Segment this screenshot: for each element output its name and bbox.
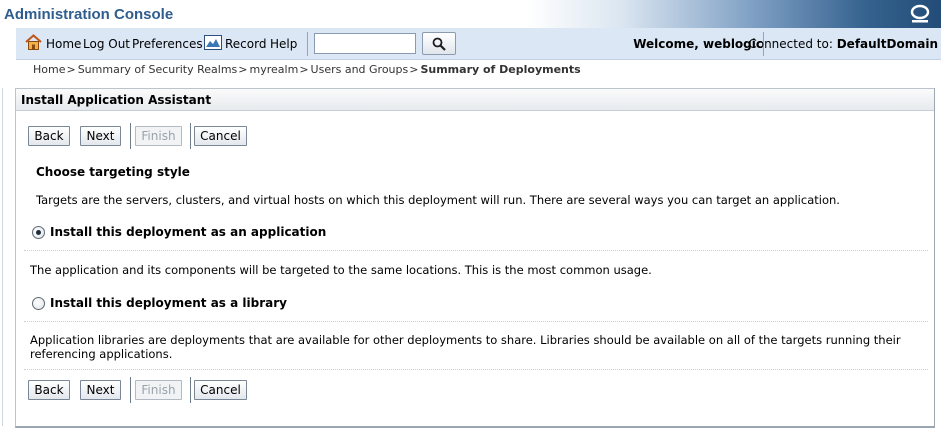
home-link[interactable]: Home (46, 37, 81, 51)
panel-header: Install Application Assistant (16, 89, 934, 111)
next-button[interactable]: Next (80, 126, 121, 146)
domain-name: DefaultDomain (836, 37, 938, 51)
breadcrumb-separator: > (299, 63, 309, 76)
breadcrumb: Home> Summary of Security Realms> myrealm>… (33, 63, 581, 76)
welcome-text: Welcome, weblogic (633, 37, 763, 51)
breadcrumb-item-users-groups[interactable]: Users and Groups (311, 63, 409, 76)
option-library-description: Application libraries are deployments th… (30, 333, 901, 361)
breadcrumb-separator: > (238, 63, 248, 76)
finish-button-bottom[interactable]: Finish (135, 380, 182, 400)
button-divider (130, 123, 131, 149)
record-icon[interactable] (204, 35, 222, 53)
search-button[interactable] (422, 32, 456, 55)
divider (24, 250, 928, 251)
help-link[interactable]: Help (270, 37, 297, 51)
finish-button[interactable]: Finish (135, 126, 182, 146)
divider (24, 321, 928, 322)
breadcrumb-separator: > (409, 63, 419, 76)
next-button-bottom[interactable]: Next (80, 380, 121, 400)
app-title: Administration Console (4, 6, 174, 23)
search-input[interactable] (314, 33, 416, 54)
cancel-button-bottom[interactable]: Cancel (194, 380, 247, 400)
back-button[interactable]: Back (28, 126, 70, 146)
option-library-label[interactable]: Install this deployment as a library (50, 296, 287, 310)
search-icon (432, 37, 446, 51)
install-assistant-panel: Install Application Assistant Back Next … (15, 88, 935, 428)
connected-to: Connected to: DefaultDomain (748, 37, 938, 51)
connected-label: Connected to: (748, 37, 833, 51)
divider (24, 369, 928, 370)
breadcrumb-item-home[interactable]: Home (33, 63, 65, 76)
panel-title: Install Application Assistant (21, 93, 212, 107)
option-application-label[interactable]: Install this deployment as an applicatio… (50, 225, 326, 239)
back-button-bottom[interactable]: Back (28, 380, 70, 400)
toolbar-divider (307, 32, 308, 56)
home-icon[interactable] (25, 34, 42, 54)
button-divider (130, 377, 131, 403)
preferences-link[interactable]: Preferences (132, 37, 203, 51)
oracle-logo-icon (909, 3, 931, 25)
cancel-button[interactable]: Cancel (194, 126, 247, 146)
breadcrumb-separator: > (66, 63, 76, 76)
toolbar: Home Log Out Preferences Record Help Wel… (16, 28, 941, 60)
breadcrumb-current: Summary of Deployments (420, 63, 581, 76)
record-link[interactable]: Record (225, 37, 266, 51)
button-divider (190, 377, 191, 403)
intro-text: Targets are the servers, clusters, and v… (36, 193, 840, 207)
radio-install-application[interactable] (32, 226, 45, 239)
button-divider (190, 123, 191, 149)
logout-link[interactable]: Log Out (83, 37, 130, 51)
title-bar: Administration Console (0, 0, 941, 28)
radio-install-library[interactable] (32, 297, 45, 310)
left-frame-edge (2, 88, 3, 426)
option-application-description: The application and its components will … (30, 263, 652, 277)
section-title: Choose targeting style (36, 165, 190, 179)
breadcrumb-item-myrealm[interactable]: myrealm (250, 63, 299, 76)
breadcrumb-item-security-realms[interactable]: Summary of Security Realms (78, 63, 238, 76)
